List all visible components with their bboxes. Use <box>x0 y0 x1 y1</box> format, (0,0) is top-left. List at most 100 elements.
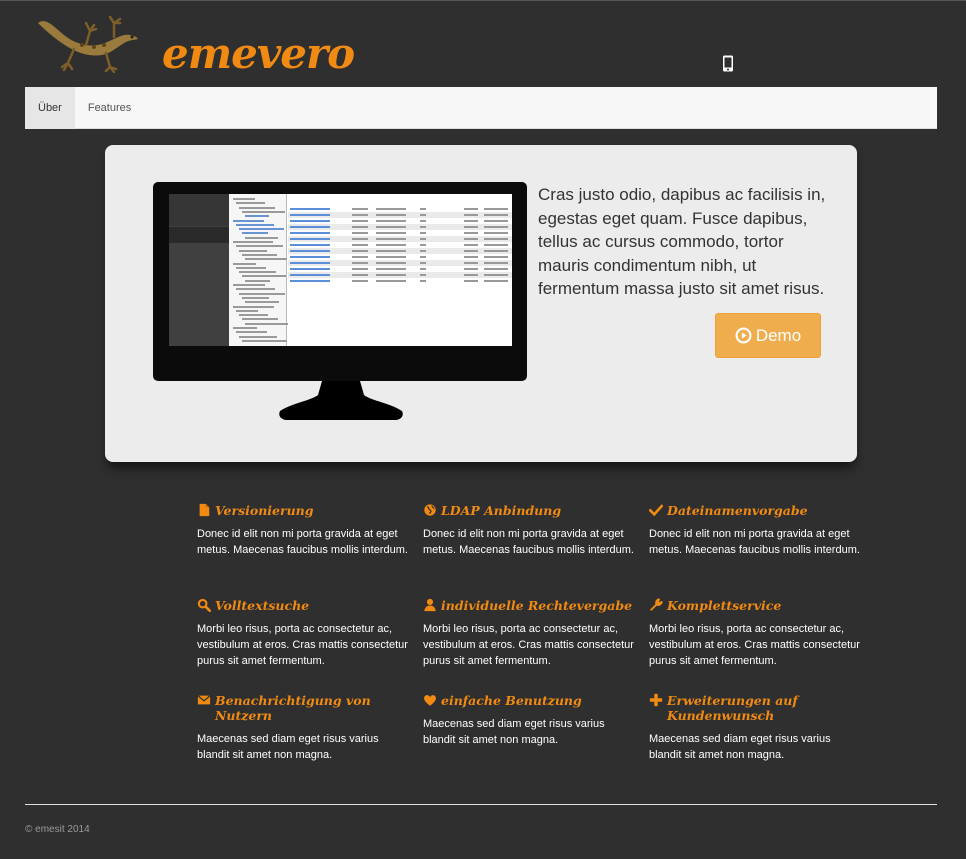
preview-tree-line <box>245 301 279 304</box>
feature-title: Komplettservice <box>649 598 864 613</box>
preview-tree-line <box>233 327 257 329</box>
user-icon <box>424 598 436 612</box>
demo-button[interactable]: Demo <box>715 313 821 358</box>
nav-item-ueber[interactable]: Über <box>25 87 75 129</box>
preview-tree-line <box>245 322 288 325</box>
feature-title-text: LDAP Anbindung <box>441 503 562 518</box>
wrench-icon <box>650 598 663 611</box>
main-navbar: Über Features <box>25 87 937 129</box>
feature-individuelle-rechtevergabe: individuelle Rechtevergabe Morbi leo risu… <box>423 598 638 669</box>
hero-description: Cras justo odio, dapibus ac facilisis in… <box>538 185 826 298</box>
feature-title-text: Versionierung <box>215 503 314 518</box>
preview-sidebar <box>169 194 229 346</box>
preview-tree-line <box>233 262 256 265</box>
preview-tree-line <box>233 305 274 308</box>
preview-list-row <box>288 278 512 284</box>
preview-tree-line <box>239 271 276 274</box>
feature-title: Versionierung <box>197 503 412 518</box>
preview-tree-line <box>236 309 258 312</box>
preview-tree-line <box>236 223 274 226</box>
preview-tree-line <box>233 241 273 243</box>
feature-einfache-benutzung: einfache Benutzung Maecenas sed diam eget… <box>423 693 638 748</box>
feature-title-text: Erweiterungen auf Kundenwunsch <box>667 693 798 723</box>
feature-title-text: Benachrichtigung von Nutzern <box>215 693 371 723</box>
feature-description: Maecenas sed diam eget risus varius blan… <box>197 733 379 761</box>
feature-description: Donec id elit non mi porta gravida at eg… <box>649 528 860 556</box>
preview-tree-line <box>242 210 285 213</box>
feature-erweiterungen-auf-kundenwunsch: Erweiterungen auf Kundenwunsch Maecenas s… <box>649 693 864 763</box>
feature-title: Erweiterungen auf Kundenwunsch <box>649 693 864 723</box>
feature-ldap-anbindung: LDAP Anbindung Donec id elit non mi porta… <box>423 503 638 558</box>
preview-tree-line <box>242 296 269 299</box>
nav-item-features[interactable]: Features <box>75 87 144 129</box>
preview-tree-line <box>236 202 265 205</box>
check-icon <box>649 504 663 517</box>
brand-title[interactable]: emevero <box>162 29 355 78</box>
feature-description: Donec id elit non mi porta gravida at eg… <box>423 528 634 556</box>
preview-tree-line <box>245 258 287 261</box>
play-circle-icon <box>735 327 752 344</box>
feature-benachrichtigung-von-nutzern: Benachrichtigung von Nutzern Maecenas sed… <box>197 693 412 763</box>
preview-tree-line <box>239 292 285 295</box>
preview-tree-line <box>236 331 267 334</box>
preview-tree-line <box>239 206 275 209</box>
globe-icon <box>424 504 436 516</box>
preview-tree <box>229 194 288 346</box>
preview-tree-line <box>236 245 283 248</box>
feature-title-text: einfache Benutzung <box>441 693 582 708</box>
feature-description: Maecenas sed diam eget risus varius blan… <box>649 733 831 761</box>
feature-title: Dateinamenvorgabe <box>649 503 864 518</box>
footer-divider <box>25 804 937 805</box>
feature-versionierung: Versionierung Donec id elit non mi porta … <box>197 503 412 558</box>
feature-komplettservice: Komplettservice Morbi leo risus, porta ac… <box>649 598 864 669</box>
preview-tree-line <box>242 232 268 235</box>
monitor-frame <box>153 182 527 381</box>
envelope-icon <box>197 695 211 705</box>
preview-tree-line <box>233 198 255 200</box>
feature-title-text: individuelle Rechtevergabe <box>441 598 633 613</box>
preview-tree-line <box>242 253 277 256</box>
plus-icon <box>649 693 663 707</box>
preview-tree-line <box>233 284 265 286</box>
feature-description: Morbi leo risus, porta ac consectetur ac… <box>423 623 634 667</box>
demo-button-label: Demo <box>755 325 802 345</box>
preview-tree-line <box>239 335 277 338</box>
feature-volltextsuche: Volltextsuche Morbi leo risus, porta ac c… <box>197 598 412 669</box>
feature-title-text: Dateinamenvorgabe <box>667 503 808 518</box>
preview-tree-line <box>242 339 287 342</box>
feature-title-text: Komplettservice <box>667 598 782 613</box>
feature-description: Morbi leo risus, porta ac consectetur ac… <box>649 623 860 667</box>
feature-title-text: Volltextsuche <box>215 598 310 613</box>
preview-tree-line <box>242 318 278 321</box>
preview-tree-line <box>245 215 269 218</box>
feature-description: Donec id elit non mi porta gravida at eg… <box>197 528 408 556</box>
feature-description: Morbi leo risus, porta ac consectetur ac… <box>197 623 408 667</box>
hero-panel: Cras justo odio, dapibus ac facilisis in… <box>105 145 857 462</box>
feature-title: individuelle Rechtevergabe <box>423 598 638 613</box>
preview-tree-line <box>245 279 270 282</box>
file-icon <box>199 503 210 517</box>
gecko-logo-icon[interactable] <box>34 13 140 73</box>
preview-file-list <box>288 194 512 346</box>
site-header: emevero <box>0 1 966 87</box>
preview-tree-line <box>245 236 278 239</box>
footer-copyright: © emesit 2014 <box>25 824 90 835</box>
feature-dateinamenvorgabe: Dateinamenvorgabe Donec id elit non mi po… <box>649 503 864 558</box>
heart-icon <box>424 695 436 706</box>
app-preview-screen <box>169 194 512 346</box>
preview-tree-line <box>233 219 264 222</box>
feature-title: Benachrichtigung von Nutzern <box>197 693 412 723</box>
feature-description: Maecenas sed diam eget risus varius blan… <box>423 718 605 746</box>
monitor-screenshot-image <box>153 182 527 427</box>
feature-title: LDAP Anbindung <box>423 503 638 518</box>
preview-tree-line <box>236 288 275 291</box>
feature-title: Volltextsuche <box>197 598 412 613</box>
feature-title: einfache Benutzung <box>423 693 638 708</box>
preview-tree-line <box>236 266 266 269</box>
search-icon <box>197 598 211 612</box>
mobile-phone-icon[interactable] <box>722 55 734 72</box>
preview-tree-line <box>239 314 268 317</box>
preview-tree-line <box>239 249 267 252</box>
preview-tree-line <box>242 275 286 278</box>
monitor-stand <box>279 381 403 420</box>
